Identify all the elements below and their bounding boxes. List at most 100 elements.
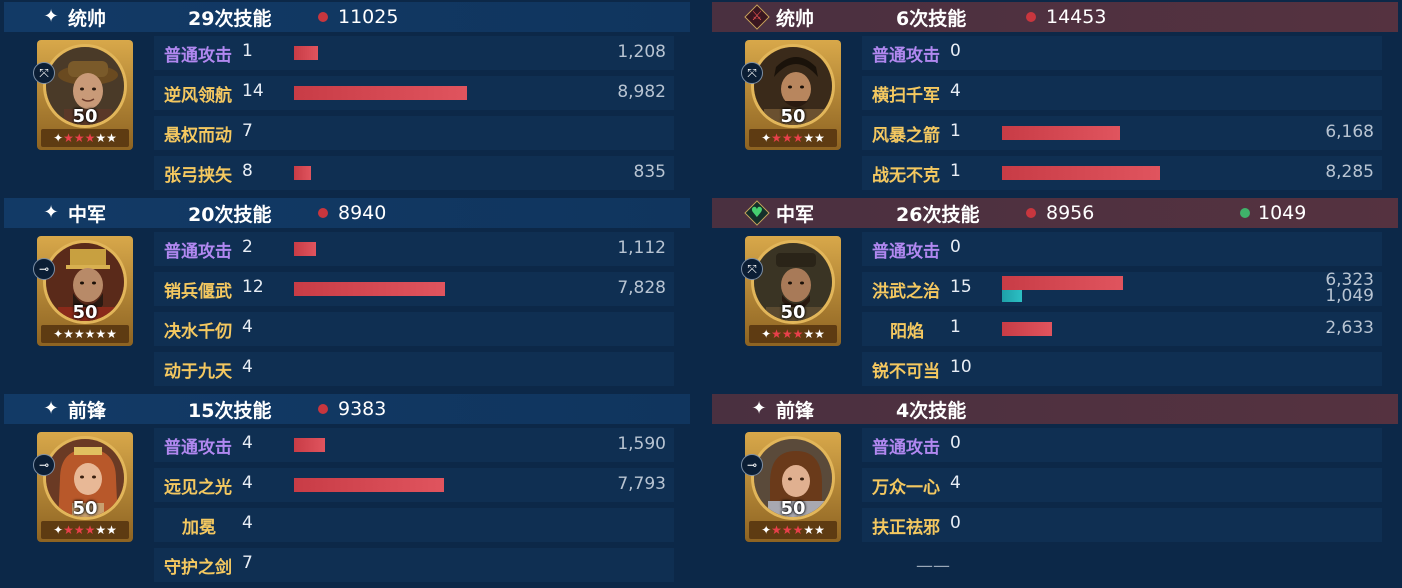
- empty-slot-placeholder: ——: [916, 556, 950, 576]
- skill-name: 锐不可当: [872, 362, 940, 382]
- skill-row[interactable]: 万众一心 4: [862, 466, 1382, 502]
- hero-header: ✦ 统帅 29次技能 11025: [4, 2, 690, 32]
- skill-row[interactable]: 普通攻击 2 1,112: [154, 230, 674, 266]
- skill-name: 普通攻击: [164, 46, 232, 66]
- skill-row[interactable]: 远见之光 4 7,793: [154, 466, 674, 502]
- skill-row[interactable]: 张弓挟矢 8 835: [154, 154, 674, 190]
- row-bg: [862, 508, 1382, 542]
- total-damage: 14453: [1046, 6, 1107, 28]
- skill-row[interactable]: 普通攻击 0: [862, 34, 1382, 70]
- hero-level: 50: [72, 498, 98, 519]
- skill-damage: 1,112: [617, 238, 666, 258]
- skill-uses: 0: [950, 513, 961, 533]
- skill-name: 加冕: [182, 518, 216, 538]
- total-damage: 11025: [338, 6, 399, 28]
- skill-uses: 4: [242, 433, 253, 453]
- hero-portrait[interactable]: 50 ✦★★★★★ ⊸: [33, 432, 133, 542]
- skill-row[interactable]: 普通攻击 0: [862, 426, 1382, 462]
- hero-role: 统帅: [776, 7, 815, 30]
- skill-name: 风暴之箭: [872, 126, 940, 146]
- damage-bar: [1002, 322, 1052, 336]
- heal-dot-icon: [1240, 208, 1250, 218]
- hero-portrait[interactable]: 50 ✦★★★★★ ⤧: [33, 40, 133, 150]
- skill-row[interactable]: 销兵偃武 12 7,828: [154, 270, 674, 306]
- row-bg: [862, 468, 1382, 502]
- skill-name: 悬权而动: [164, 126, 232, 146]
- hero-block-vanguard: ✦ 前锋 4次技能 50 ✦★★★★★ ⊸ 普通攻击 0 万众一心 4 扶正祛邪…: [712, 392, 1398, 588]
- skill-uses: 4: [242, 513, 253, 533]
- skill-row[interactable]: 逆风领航 14 8,982: [154, 74, 674, 110]
- skill-uses: 4: [242, 473, 253, 493]
- skill-uses: 15: [950, 277, 972, 297]
- hero-portrait[interactable]: 50 ✦★★★★★ ⤧: [741, 236, 841, 346]
- total-heal: 1049: [1258, 202, 1307, 224]
- skill-damage: 2,633: [1325, 318, 1374, 338]
- skill-name: 守护之剑: [164, 558, 232, 578]
- hero-header: ✦ 中军 20次技能 8940: [4, 198, 690, 228]
- skill-name: 销兵偃武: [164, 282, 232, 302]
- skill-name: 普通攻击: [872, 438, 940, 458]
- bow-icon: ⤧: [741, 62, 763, 84]
- skill-row[interactable]: 加冕 4: [154, 506, 674, 542]
- row-bg: [862, 312, 1382, 346]
- skill-uses: 2: [242, 237, 253, 257]
- skill-name: 扶正祛邪: [872, 518, 940, 538]
- hero-portrait[interactable]: 50 ✦★★★★★ ⤧: [741, 40, 841, 150]
- skill-name: 普通攻击: [872, 242, 940, 262]
- hero-role: 统帅: [68, 7, 107, 30]
- skill-row[interactable]: 扶正祛邪 0: [862, 506, 1382, 542]
- skill-uses: 1: [950, 161, 961, 181]
- hero-portrait[interactable]: 50 ✦★★★★★ ⊸: [33, 236, 133, 346]
- row-bg: [154, 428, 674, 462]
- skill-uses: 4: [950, 473, 961, 493]
- hero-block-commander: ⚔ 统帅 6次技能 14453 50 ✦★★★★★ ⤧ 普通攻击 0 横扫千军 …: [712, 0, 1398, 196]
- row-bg: [862, 428, 1382, 462]
- skill-damage: 7,828: [617, 278, 666, 298]
- hero-level: 50: [72, 106, 98, 127]
- skill-row[interactable]: 普通攻击 4 1,590: [154, 426, 674, 462]
- skill-row[interactable]: 战无不克 1 8,285: [862, 154, 1382, 190]
- skill-row[interactable]: 普通攻击 0: [862, 230, 1382, 266]
- skill-row[interactable]: 悬权而动 7: [154, 114, 674, 150]
- skill-uses: 10: [950, 357, 972, 377]
- bow-icon: ⤧: [741, 258, 763, 280]
- row-bg: [154, 232, 674, 266]
- bow-icon: ⤧: [33, 62, 55, 84]
- skill-uses: 1: [950, 317, 961, 337]
- star-rating: ✦★★★★★: [749, 325, 837, 343]
- row-bg: [154, 156, 674, 190]
- skill-row[interactable]: 锐不可当 10: [862, 350, 1382, 386]
- damage-bar: [294, 166, 311, 180]
- skill-row[interactable]: 横扫千军 4: [862, 74, 1382, 110]
- row-bg: [862, 36, 1382, 70]
- sparkle-icon: ✦: [43, 202, 59, 223]
- row-bg: [154, 312, 674, 346]
- hero-header: ♥ 中军 26次技能 8956 1049: [712, 198, 1398, 228]
- total-damage: 9383: [338, 398, 387, 420]
- skill-row[interactable]: 动于九天 4: [154, 350, 674, 386]
- row-bg: [862, 116, 1382, 150]
- hero-level: 50: [72, 302, 98, 323]
- star-rating: ✦★★★★★: [41, 325, 129, 343]
- skill-row[interactable]: 阳焰 1 2,633: [862, 310, 1382, 346]
- skill-uses: 7: [242, 553, 253, 573]
- skill-row[interactable]: 洪武之治 15 6,323 1,049: [862, 270, 1382, 306]
- hero-level: 50: [780, 106, 806, 127]
- damage-dot-icon: [1026, 208, 1036, 218]
- hero-portrait[interactable]: 50 ✦★★★★★ ⊸: [741, 432, 841, 542]
- skill-name: 动于九天: [164, 362, 232, 382]
- skill-name: 远见之光: [164, 478, 232, 498]
- skill-row[interactable]: 风暴之箭 1 6,168: [862, 114, 1382, 150]
- skill-name: 逆风领航: [164, 86, 232, 106]
- green-heart-diamond-icon: ♥: [744, 200, 770, 226]
- skill-damage: 8,285: [1325, 162, 1374, 182]
- hero-role: 中军: [68, 203, 107, 226]
- skill-row[interactable]: 守护之剑 7: [154, 546, 674, 582]
- damage-bar: [294, 242, 316, 256]
- skill-row[interactable]: 普通攻击 1 1,208: [154, 34, 674, 70]
- skill-uses: 0: [950, 237, 961, 257]
- damage-bar: [294, 86, 467, 100]
- hero-block-commander: ✦ 统帅 29次技能 11025 50 ✦★★★★★ ⤧ 普通攻击 1 1,20…: [4, 0, 690, 196]
- skill-row[interactable]: 决水千仞 4: [154, 310, 674, 346]
- skill-name: 决水千仞: [164, 322, 232, 342]
